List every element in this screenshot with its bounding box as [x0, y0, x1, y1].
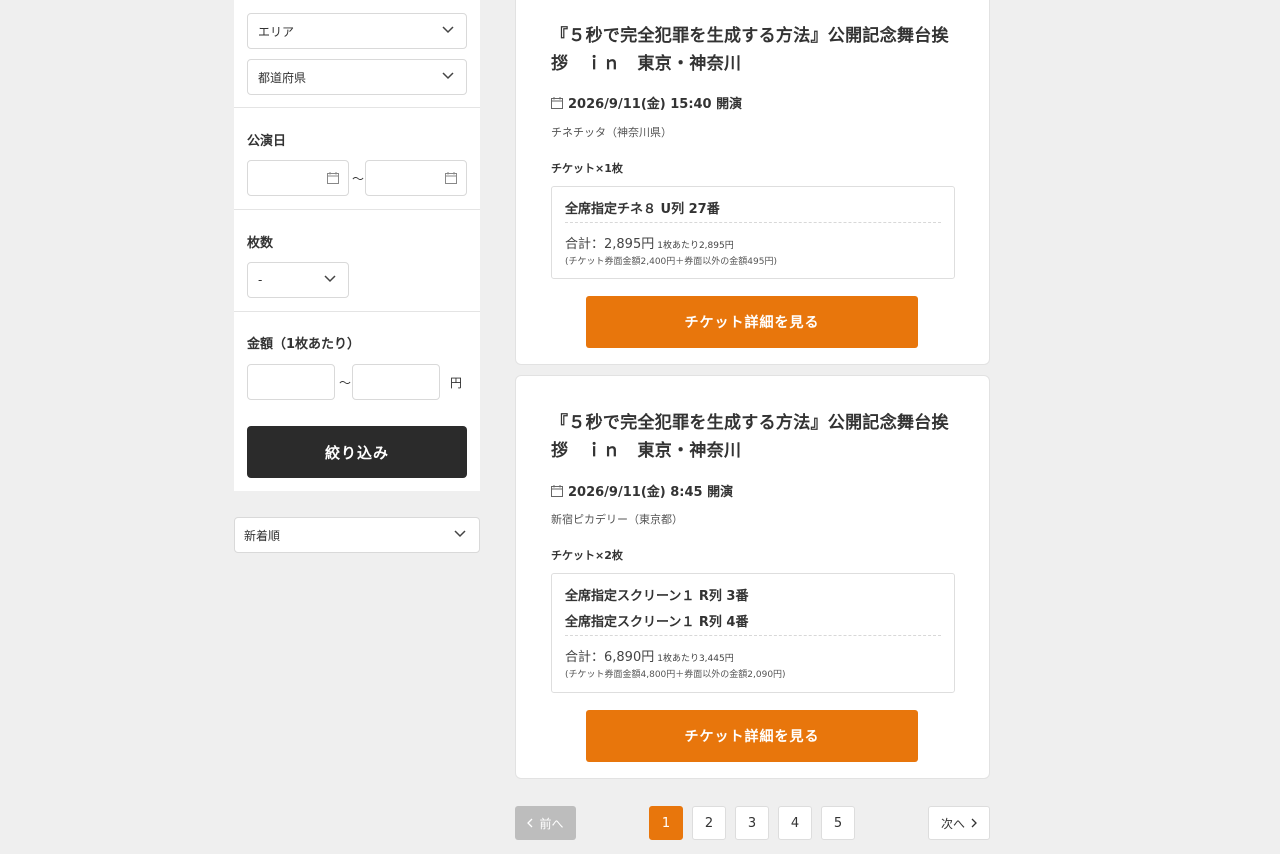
- listing-title-line: 『５秒で完全犯罪を生成する方法』公開記念舞台挨: [551, 26, 949, 46]
- per-ticket-price: 1枚あたり3,445円: [657, 654, 734, 664]
- dashed-divider: [565, 635, 941, 636]
- page-4-button[interactable]: 4: [778, 806, 812, 840]
- calendar-icon: [327, 172, 339, 184]
- next-label: 次へ: [940, 816, 965, 831]
- divider: [234, 311, 480, 312]
- chevron-down-icon: [324, 275, 336, 283]
- page-2-button[interactable]: 2: [692, 806, 726, 840]
- per-ticket-price: 1枚あたり2,895円: [657, 241, 734, 251]
- listing-title-line: 拶 ｉｎ 東京・神奈川: [551, 441, 742, 461]
- date-label: 公演日: [247, 134, 287, 149]
- filter-button[interactable]: 絞り込み: [247, 426, 467, 478]
- prefecture-select-label: 都道府県: [258, 70, 307, 85]
- page-3-button[interactable]: 3: [735, 806, 769, 840]
- sort-select[interactable]: 新着順: [234, 517, 480, 553]
- price-range-separator: ～: [339, 376, 352, 390]
- page-1-button[interactable]: 1: [649, 806, 683, 840]
- listing-title-line: 『５秒で完全犯罪を生成する方法』公開記念舞台挨: [551, 413, 949, 433]
- chevron-left-icon: [527, 818, 533, 828]
- price-breakdown: (チケット券面金額2,400円＋券面以外の金額495円): [565, 257, 777, 267]
- chevron-down-icon: [442, 26, 454, 34]
- divider: [234, 107, 480, 108]
- calendar-icon: [551, 96, 563, 109]
- price-max-input[interactable]: [352, 364, 440, 400]
- total-price: 合計：6,890円 1枚あたり3,445円: [565, 646, 734, 665]
- listing-datetime: 2026/9/11(金) 8:45 開演: [551, 481, 733, 500]
- page-5-button[interactable]: 5: [821, 806, 855, 840]
- calendar-icon: [445, 172, 457, 184]
- venue: チネチッタ（神奈川県）: [551, 126, 672, 139]
- seat-line: 全席指定スクリーン１ R列 3番: [565, 589, 749, 604]
- total-amount: 合計：6,890円: [565, 650, 655, 665]
- price-min-input[interactable]: [247, 364, 335, 400]
- listing-card: 『５秒で完全犯罪を生成する方法』公開記念舞台挨 拶 ｉｎ 東京・神奈川 2026…: [515, 0, 990, 365]
- total-amount: 合計：2,895円: [565, 237, 655, 252]
- count-select[interactable]: -: [247, 262, 349, 298]
- seat-line: 全席指定スクリーン１ R列 4番: [565, 615, 749, 630]
- listing-datetime: 2026/9/11(金) 15:40 開演: [551, 93, 742, 112]
- dashed-divider: [565, 222, 941, 223]
- seat-info-box: 全席指定スクリーン１ R列 3番 全席指定スクリーン１ R列 4番 合計：6,8…: [551, 573, 955, 693]
- chevron-down-icon: [442, 72, 454, 80]
- seat-line: 全席指定チネ８ U列 27番: [565, 202, 720, 217]
- datetime-text: 2026/9/11(金) 8:45 開演: [568, 485, 734, 500]
- filter-panel: エリア 都道府県 公演日 ～ 枚数 - 金額（1枚あたり） ～ 円 絞り込み: [234, 0, 480, 491]
- ticket-count: チケット×1枚: [551, 162, 623, 175]
- prev-page-button[interactable]: 前へ: [515, 806, 576, 840]
- price-breakdown: (チケット券面金額4,800円＋券面以外の金額2,090円): [565, 670, 786, 680]
- prefecture-select[interactable]: 都道府県: [247, 59, 467, 95]
- seat-info-box: 全席指定チネ８ U列 27番 合計：2,895円 1枚あたり2,895円 (チケッ…: [551, 186, 955, 279]
- count-label: 枚数: [247, 236, 274, 251]
- calendar-icon: [551, 484, 563, 497]
- ticket-detail-button[interactable]: チケット詳細を見る: [586, 710, 918, 762]
- venue: 新宿ピカデリー（東京都）: [551, 513, 683, 526]
- date-from-input[interactable]: [247, 160, 349, 196]
- total-price: 合計：2,895円 1枚あたり2,895円: [565, 233, 734, 252]
- ticket-count: チケット×2枚: [551, 549, 623, 562]
- listing-title-line: 拶 ｉｎ 東京・神奈川: [551, 54, 742, 74]
- datetime-text: 2026/9/11(金) 15:40 開演: [568, 97, 743, 112]
- date-range-separator: ～: [352, 172, 365, 186]
- area-select[interactable]: エリア: [247, 13, 467, 49]
- ticket-detail-button[interactable]: チケット詳細を見る: [586, 296, 918, 348]
- sort-select-label: 新着順: [244, 528, 281, 543]
- listing-card: 『５秒で完全犯罪を生成する方法』公開記念舞台挨 拶 ｉｎ 東京・神奈川 2026…: [515, 375, 990, 779]
- divider: [234, 209, 480, 210]
- count-select-label: -: [258, 273, 263, 287]
- area-select-label: エリア: [258, 24, 295, 39]
- prev-label: 前へ: [539, 816, 564, 831]
- price-unit: 円: [450, 376, 463, 390]
- date-to-input[interactable]: [365, 160, 467, 196]
- next-page-button[interactable]: 次へ: [928, 806, 990, 840]
- chevron-down-icon: [454, 530, 466, 538]
- chevron-right-icon: [971, 818, 977, 828]
- listing-title[interactable]: 『５秒で完全犯罪を生成する方法』公開記念舞台挨 拶 ｉｎ 東京・神奈川: [551, 409, 961, 465]
- price-label: 金額（1枚あたり）: [247, 337, 361, 352]
- listing-title[interactable]: 『５秒で完全犯罪を生成する方法』公開記念舞台挨 拶 ｉｎ 東京・神奈川: [551, 22, 961, 78]
